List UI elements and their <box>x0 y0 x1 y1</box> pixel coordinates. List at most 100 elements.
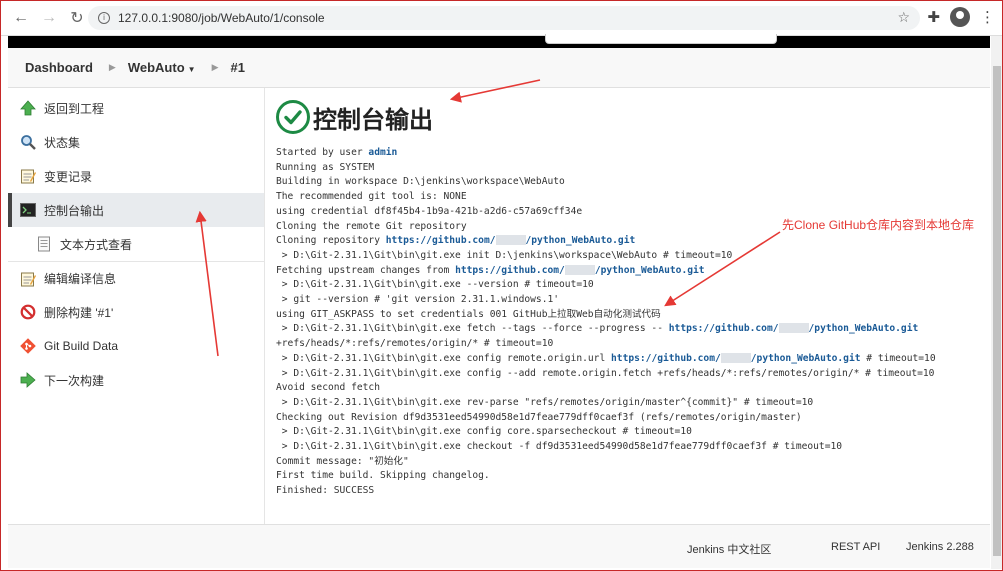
console-link[interactable]: https://github.com/ /python_WebAuto.git <box>668 323 919 335</box>
console-line: Started by user admin <box>276 146 979 161</box>
console-line-text: > D:\Git-2.31.1\Git\bin\git.exe rev-pars… <box>276 396 814 408</box>
breadcrumb: Dashboard ▶ WebAuto ▼ ▶ #1 <box>8 48 990 88</box>
sidebar-item-view-as-plain-text[interactable]: 文本方式查看 <box>8 227 264 261</box>
profile-avatar-icon[interactable] <box>950 7 970 27</box>
sidebar-item-label: 文本方式查看 <box>60 237 133 252</box>
scrollbar-thumb[interactable] <box>993 66 1001 556</box>
extensions-icon[interactable]: ✚ <box>927 8 940 26</box>
console-line-text: Started by user <box>276 147 369 158</box>
address-bar[interactable]: i 127.0.0.1:9080/job/WebAuto/1/console ☆ <box>88 6 920 30</box>
console-line-text: > D:\Git-2.31.1\Git\bin\git.exe init D:\… <box>276 249 733 261</box>
console-link-text: /python_WebAuto.git <box>750 352 861 364</box>
git-icon <box>20 338 36 354</box>
console-line-text: using credential df8f45b4-1b9a-421b-a2d6… <box>276 205 583 217</box>
console-line-text: Fetching upstream changes from <box>276 264 456 276</box>
console-line-text: > D:\Git-2.31.1\Git\bin\git.exe config c… <box>276 426 692 438</box>
console-line-text: +refs/heads/*:refs/remotes/origin/* # ti… <box>276 338 554 350</box>
sidebar-item-git-build-data[interactable]: Git Build Data <box>8 329 264 363</box>
console-line-text: Building in workspace D:\jenkins\workspa… <box>276 176 565 188</box>
breadcrumb-build[interactable]: #1 <box>230 60 244 75</box>
sidebar: 返回到工程 状态集 变更记录 控制台输出 文本方式查看 编辑编译信息 删除构建 … <box>8 88 265 524</box>
footer-rest-api-link[interactable]: REST API <box>831 541 880 553</box>
browser-actions: ✚ ⋮ <box>927 7 995 27</box>
console-line: > D:\Git-2.31.1\Git\bin\git.exe init D:\… <box>276 249 979 264</box>
console-line-text: The recommended git tool is: NONE <box>276 191 467 203</box>
main-panel: 控制台输出 Started by user admin Running as SY… <box>265 88 990 524</box>
console-line-tail: # timeout=10 <box>860 352 936 364</box>
back-icon[interactable]: ← <box>12 9 30 27</box>
console-line: The recommended git tool is: NONE <box>276 190 979 205</box>
console-line: Commit message: "初始化" <box>276 455 979 470</box>
footer-community-link[interactable]: Jenkins 中文社区 <box>687 541 771 557</box>
console-line-text: > D:\Git-2.31.1\Git\bin\git.exe config -… <box>276 367 935 379</box>
page-scrollbar[interactable] <box>991 36 1003 569</box>
bookmark-star-icon[interactable]: ☆ <box>897 9 910 26</box>
console-line-text: Checking out Revision df9d3531eed54990d5… <box>276 411 802 423</box>
console-link[interactable]: https://github.com/ /python_WebAuto.git <box>455 264 705 276</box>
forward-icon[interactable]: → <box>40 9 58 27</box>
footer: Jenkins 中文社区 REST API Jenkins 2.288 <box>8 524 990 568</box>
redacted-username <box>564 264 595 275</box>
console-line-text: > git --version # 'git version 2.31.1.wi… <box>276 294 560 306</box>
console-line: > D:\Git-2.31.1\Git\bin\git.exe fetch --… <box>276 322 979 337</box>
chevron-right-icon: ▶ <box>108 62 116 72</box>
browser-menu-icon[interactable]: ⋮ <box>980 8 995 26</box>
sidebar-item-console-output[interactable]: 控制台输出 <box>8 193 264 227</box>
console-link-text: /python_WebAuto.git <box>808 323 919 335</box>
console-line: > D:\Git-2.31.1\Git\bin\git.exe config -… <box>276 367 979 382</box>
sidebar-item-edit-build-info[interactable]: 编辑编译信息 <box>8 261 264 295</box>
breadcrumb-dashboard[interactable]: Dashboard <box>25 60 93 75</box>
chevron-down-icon[interactable]: ▼ <box>188 65 196 74</box>
search-icon <box>20 134 36 150</box>
breadcrumb-webauto[interactable]: WebAuto ▼ <box>128 60 196 75</box>
sidebar-item-label: 删除构建 '#1' <box>44 305 114 320</box>
sidebar-item-label: 状态集 <box>44 135 81 150</box>
site-info-icon[interactable]: i <box>98 12 110 24</box>
sidebar-item-status[interactable]: 状态集 <box>8 125 264 159</box>
footer-version: Jenkins 2.288 <box>906 541 974 553</box>
console-line-text: First time build. Skipping changelog. <box>276 470 490 482</box>
console-link[interactable]: https://github.com/ /python_WebAuto.git <box>611 352 861 364</box>
chevron-right-icon: ▶ <box>211 62 219 72</box>
console-line: > D:\Git-2.31.1\Git\bin\git.exe config r… <box>276 352 979 367</box>
redacted-username <box>778 323 809 334</box>
console-line-text: > D:\Git-2.31.1\Git\bin\git.exe checkout… <box>276 441 843 453</box>
console-line: > D:\Git-2.31.1\Git\bin\git.exe checkout… <box>276 440 979 455</box>
console-line: Checking out Revision df9d3531eed54990d5… <box>276 411 979 426</box>
right-arrow-icon <box>20 372 36 388</box>
sidebar-item-back-to-project[interactable]: 返回到工程 <box>8 91 264 125</box>
console-line: Fetching upstream changes from https://g… <box>276 264 979 279</box>
redacted-username <box>495 235 526 246</box>
console-line: Cloning repository https://github.com/ /p… <box>276 234 979 249</box>
console-link-text: https://github.com/ <box>668 323 779 335</box>
sidebar-item-label: Git Build Data <box>44 339 119 353</box>
search-box[interactable] <box>545 34 777 44</box>
console-line: > git --version # 'git version 2.31.1.wi… <box>276 293 979 308</box>
terminal-icon <box>20 202 36 218</box>
sidebar-item-label: 控制台输出 <box>44 203 105 218</box>
console-line-text: > D:\Git-2.31.1\Git\bin\git.exe config r… <box>276 352 612 364</box>
console-line-text: > D:\Git-2.31.1\Git\bin\git.exe fetch --… <box>276 323 669 335</box>
console-line-text: Finished: SUCCESS <box>276 485 375 497</box>
console-line: > D:\Git-2.31.1\Git\bin\git.exe config c… <box>276 425 979 440</box>
console-line-text: Avoid second fetch <box>276 382 380 394</box>
sidebar-item-label: 变更记录 <box>44 169 93 184</box>
console-line: First time build. Skipping changelog. <box>276 469 979 484</box>
sidebar-item-next-build[interactable]: 下一次构建 <box>8 363 264 397</box>
notepad-icon <box>20 168 36 184</box>
page-title: 控制台输出 <box>313 105 433 134</box>
breadcrumb-webauto-label: WebAuto <box>127 60 185 75</box>
sidebar-item-delete-build[interactable]: 删除构建 '#1' <box>8 295 264 329</box>
success-check-icon <box>276 100 310 134</box>
console-link[interactable]: admin <box>368 147 397 158</box>
console-line: Finished: SUCCESS <box>276 484 979 499</box>
sidebar-item-label: 返回到工程 <box>44 101 105 116</box>
redacted-username <box>720 352 751 363</box>
console-link[interactable]: https://github.com/ /python_WebAuto.git <box>385 235 636 247</box>
reload-icon[interactable]: ↻ <box>68 8 86 28</box>
console-line: Building in workspace D:\jenkins\workspa… <box>276 175 979 190</box>
console-link-text: /python_WebAuto.git <box>525 235 636 247</box>
console-link-text: https://github.com/ <box>385 235 496 247</box>
sidebar-item-changes[interactable]: 变更记录 <box>8 159 264 193</box>
console-line-text: Running as SYSTEM <box>276 161 375 173</box>
